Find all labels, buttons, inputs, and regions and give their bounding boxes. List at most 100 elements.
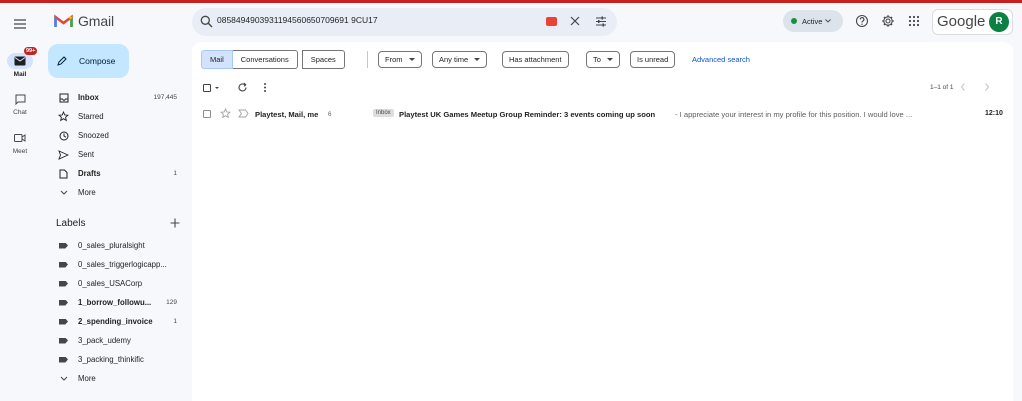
- search-chip-icon[interactable]: [546, 17, 557, 26]
- filter-to[interactable]: To: [586, 51, 620, 68]
- label-chip[interactable]: Inbox: [373, 109, 394, 117]
- chip-label: Any time: [439, 55, 469, 64]
- status-dropdown[interactable]: Active: [783, 10, 843, 32]
- nav-label: Inbox: [78, 93, 99, 102]
- compose-label: Compose: [79, 56, 116, 66]
- row-checkbox[interactable]: [203, 110, 211, 118]
- nav-item-snoozed[interactable]: Snoozed: [48, 126, 184, 145]
- labels-more[interactable]: More: [48, 369, 184, 388]
- select-menu-icon[interactable]: [215, 87, 219, 89]
- table-row[interactable]: Playtest, Mail, me 6 Inbox Playtest UK G…: [192, 106, 1013, 122]
- top-accent-bar: [0, 0, 1022, 3]
- nav-item-drafts[interactable]: Drafts 1: [48, 164, 184, 183]
- rail-item-mail[interactable]: 99+ Mail: [0, 47, 40, 78]
- tab-conversations[interactable]: Conversations: [232, 50, 298, 69]
- label-item[interactable]: 2_spending_invoice 1: [48, 312, 184, 331]
- label-item[interactable]: 0_sales_USACorp: [48, 274, 184, 293]
- tab-mail[interactable]: Mail: [201, 50, 233, 69]
- nav-label: Sent: [78, 150, 95, 159]
- chevron-right-icon[interactable]: [983, 82, 991, 92]
- unread-badge: 99+: [24, 47, 38, 55]
- nav-count: 1: [173, 170, 177, 177]
- label-name: 3_pack_udemy: [78, 336, 131, 345]
- apps-grid-icon[interactable]: [907, 14, 921, 28]
- rail-item-chat[interactable]: Chat: [0, 91, 40, 116]
- label-tag-icon: [59, 356, 68, 363]
- filter-has-attachment[interactable]: Has attachment: [502, 51, 569, 68]
- gmail-m-icon: [54, 14, 73, 27]
- label-count: 1: [173, 318, 177, 325]
- filter-any-time[interactable]: Any time: [432, 51, 488, 68]
- close-icon[interactable]: [570, 16, 580, 26]
- nav-item-starred[interactable]: Starred: [48, 107, 184, 126]
- email-sender: Playtest, Mail, me: [255, 110, 319, 119]
- main-panel: Mail Conversations Spaces From Any time …: [192, 42, 1013, 401]
- label-name: 0_sales_USACorp: [78, 279, 143, 288]
- chevron-down-icon: [58, 187, 69, 198]
- chip-label: To: [593, 55, 601, 64]
- label-name: 2_spending_invoice: [78, 317, 153, 326]
- add-label-icon[interactable]: [170, 218, 180, 228]
- pencil-icon: [57, 56, 67, 66]
- search-icon[interactable]: [200, 15, 213, 28]
- rail-item-label: Mail: [13, 71, 27, 78]
- google-wordmark: Google: [937, 13, 986, 30]
- gear-icon[interactable]: [881, 14, 895, 28]
- star-icon: [58, 111, 69, 122]
- email-snippet: - I appreciate your interest in my profi…: [675, 110, 913, 119]
- nav-count: 197,445: [153, 94, 178, 101]
- filter-is-unread[interactable]: Is unread: [630, 51, 676, 68]
- tab-spaces[interactable]: Spaces: [301, 50, 345, 69]
- star-icon[interactable]: [220, 108, 231, 119]
- important-marker-icon[interactable]: [238, 109, 249, 118]
- label-tag-icon: [59, 242, 68, 249]
- select-all-checkbox[interactable]: [203, 84, 211, 92]
- label-item[interactable]: 3_packing_thinkific: [48, 350, 184, 369]
- help-icon[interactable]: [855, 14, 869, 28]
- filter-from[interactable]: From: [378, 51, 422, 68]
- label-name: 0_sales_triggerlogicapp...: [78, 260, 167, 269]
- label-item[interactable]: 1_borrow_followu... 129: [48, 293, 184, 312]
- chip-label: Is unread: [637, 55, 669, 64]
- chat-icon: [15, 94, 25, 105]
- result-type-tabs: Mail Conversations Spaces: [201, 50, 345, 69]
- nav-item-sent[interactable]: Sent: [48, 145, 184, 164]
- label-tag-icon: [59, 261, 68, 268]
- nav-item-more[interactable]: More: [48, 183, 184, 202]
- send-icon: [58, 149, 69, 160]
- status-dot-icon: [791, 18, 797, 24]
- gmail-logo[interactable]: Gmail: [54, 13, 114, 29]
- thread-count: 6: [328, 111, 332, 118]
- label-name: 1_borrow_followu...: [78, 298, 152, 307]
- chevron-left-icon[interactable]: [959, 82, 967, 92]
- nav-label: Snoozed: [78, 131, 109, 140]
- search-input[interactable]: [217, 15, 517, 25]
- label-tag-icon: [59, 337, 68, 344]
- advanced-search-link[interactable]: Advanced search: [692, 55, 750, 64]
- compose-button[interactable]: Compose: [48, 44, 129, 78]
- label-item[interactable]: 0_sales_triggerlogicapp...: [48, 255, 184, 274]
- more-vert-icon[interactable]: [263, 82, 267, 93]
- chevron-down-icon: [606, 58, 613, 61]
- label-item[interactable]: 3_pack_udemy: [48, 331, 184, 350]
- search-options-icon[interactable]: [595, 16, 607, 27]
- email-time: 12:10: [985, 110, 1003, 117]
- chevron-down-icon: [58, 373, 69, 384]
- label-item[interactable]: 0_sales_pluralsight: [48, 236, 184, 255]
- account-switcher[interactable]: Google R: [932, 9, 1013, 35]
- app-name: Gmail: [78, 13, 115, 29]
- chevron-down-icon: [825, 19, 832, 23]
- clock-icon: [58, 130, 69, 141]
- divider: [367, 51, 368, 68]
- chip-label: Has attachment: [509, 55, 562, 64]
- label-tag-icon: [59, 280, 68, 287]
- avatar[interactable]: R: [989, 12, 1009, 32]
- rail-item-label: Meet: [12, 148, 28, 155]
- main-menu-button[interactable]: [12, 16, 28, 32]
- draft-icon: [58, 168, 69, 179]
- refresh-icon[interactable]: [237, 82, 248, 93]
- nav-item-inbox[interactable]: Inbox 197,445: [48, 88, 184, 107]
- rail-item-meet[interactable]: Meet: [0, 130, 40, 155]
- status-label: Active: [802, 16, 823, 26]
- label-tag-icon: [59, 299, 68, 306]
